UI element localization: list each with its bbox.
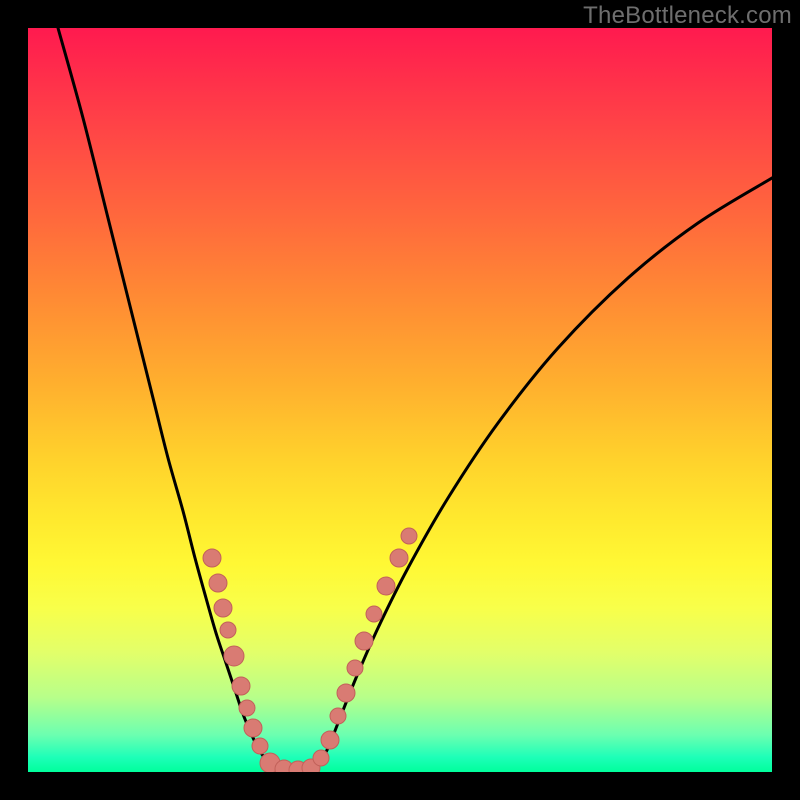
highlight-dot bbox=[347, 660, 363, 676]
highlight-dot bbox=[401, 528, 417, 544]
highlight-dot bbox=[214, 599, 232, 617]
plot-svg bbox=[28, 28, 772, 772]
plot-frame bbox=[28, 28, 772, 772]
highlight-dot bbox=[209, 574, 227, 592]
highlight-dot bbox=[244, 719, 262, 737]
highlight-dot bbox=[232, 677, 250, 695]
highlight-dot bbox=[203, 549, 221, 567]
bottleneck-curve bbox=[58, 28, 772, 770]
highlight-dot bbox=[355, 632, 373, 650]
highlight-dot bbox=[366, 606, 382, 622]
watermark-text: TheBottleneck.com bbox=[583, 2, 792, 30]
highlight-dot bbox=[337, 684, 355, 702]
highlight-dot bbox=[390, 549, 408, 567]
highlight-dot bbox=[239, 700, 255, 716]
highlight-dots-group bbox=[203, 528, 417, 772]
highlight-dot bbox=[321, 731, 339, 749]
highlight-dot bbox=[220, 622, 236, 638]
highlight-dot bbox=[313, 750, 329, 766]
highlight-dot bbox=[330, 708, 346, 724]
highlight-dot bbox=[252, 738, 268, 754]
highlight-dot bbox=[224, 646, 244, 666]
highlight-dot bbox=[377, 577, 395, 595]
